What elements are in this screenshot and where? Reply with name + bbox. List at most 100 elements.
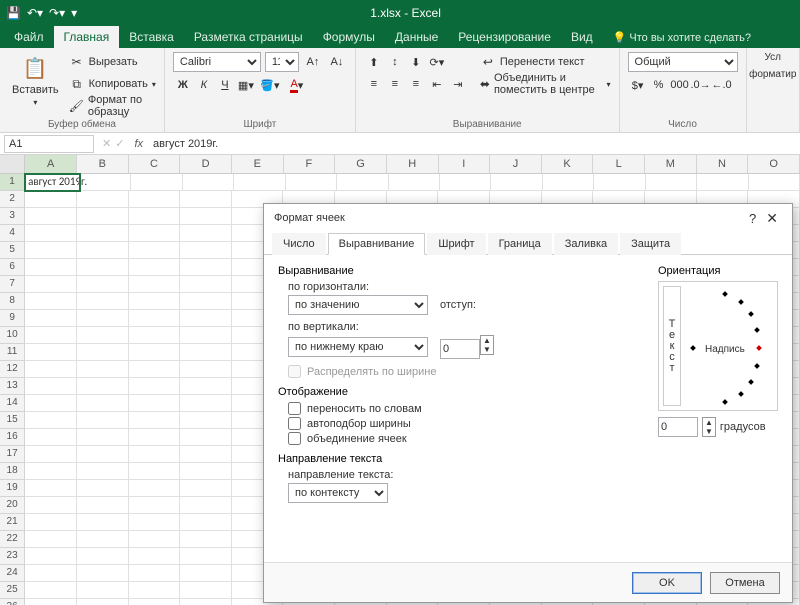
tab-file[interactable]: Файл bbox=[4, 26, 54, 48]
cell[interactable] bbox=[646, 174, 697, 191]
cell[interactable] bbox=[129, 361, 181, 378]
dialog-tab-protection[interactable]: Защита bbox=[620, 233, 681, 255]
number-format-select[interactable]: Общий bbox=[628, 52, 738, 72]
column-header[interactable]: F bbox=[284, 155, 336, 173]
cell[interactable] bbox=[25, 582, 77, 599]
column-header[interactable]: D bbox=[180, 155, 232, 173]
cell[interactable] bbox=[129, 531, 181, 548]
cell[interactable] bbox=[491, 174, 542, 191]
cell[interactable] bbox=[25, 310, 77, 327]
cell[interactable] bbox=[77, 531, 129, 548]
redo-icon[interactable]: ↷▾ bbox=[49, 6, 65, 20]
underline-button[interactable]: Ч bbox=[215, 75, 235, 95]
copy-button[interactable]: ⧉Копировать▾ bbox=[69, 74, 156, 94]
italic-button[interactable]: К bbox=[194, 75, 214, 95]
row-header[interactable]: 18 bbox=[0, 463, 25, 480]
ok-button[interactable]: OK bbox=[632, 572, 702, 594]
column-header[interactable]: O bbox=[748, 155, 800, 173]
cell[interactable] bbox=[77, 446, 129, 463]
row-header[interactable]: 20 bbox=[0, 497, 25, 514]
bold-button[interactable]: Ж bbox=[173, 75, 193, 95]
column-header[interactable]: C bbox=[129, 155, 181, 173]
dialog-tab-border[interactable]: Граница bbox=[488, 233, 552, 255]
row-header[interactable]: 21 bbox=[0, 514, 25, 531]
orientation-control[interactable]: Текст Надпись bbox=[658, 281, 778, 411]
cell[interactable] bbox=[77, 242, 129, 259]
row-header[interactable]: 25 bbox=[0, 582, 25, 599]
column-header[interactable]: G bbox=[335, 155, 387, 173]
row-header[interactable]: 24 bbox=[0, 565, 25, 582]
cell[interactable] bbox=[129, 225, 181, 242]
cell[interactable] bbox=[25, 361, 77, 378]
percent-button[interactable]: % bbox=[649, 75, 669, 95]
decrease-decimal-button[interactable]: ←.0 bbox=[712, 75, 732, 95]
degrees-spinner[interactable] bbox=[658, 417, 698, 437]
cell[interactable] bbox=[25, 463, 77, 480]
cell[interactable] bbox=[180, 344, 232, 361]
align-left-button[interactable]: ≡ bbox=[364, 74, 384, 94]
column-header[interactable]: B bbox=[77, 155, 129, 173]
cell[interactable] bbox=[129, 446, 181, 463]
align-middle-button[interactable]: ↕ bbox=[385, 52, 405, 72]
tab-formulas[interactable]: Формулы bbox=[313, 26, 385, 48]
cell[interactable] bbox=[25, 514, 77, 531]
row-header[interactable]: 17 bbox=[0, 446, 25, 463]
cell[interactable] bbox=[180, 582, 232, 599]
undo-icon[interactable]: ↶▾ bbox=[27, 6, 43, 20]
cell[interactable] bbox=[77, 344, 129, 361]
cell[interactable] bbox=[77, 293, 129, 310]
font-color-button[interactable]: A▾ bbox=[284, 75, 310, 95]
cell[interactable] bbox=[25, 531, 77, 548]
cell[interactable] bbox=[180, 259, 232, 276]
cell[interactable] bbox=[77, 514, 129, 531]
cell[interactable] bbox=[25, 293, 77, 310]
dialog-tab-alignment[interactable]: Выравнивание bbox=[328, 233, 426, 255]
column-header[interactable]: H bbox=[387, 155, 439, 173]
cell[interactable] bbox=[129, 497, 181, 514]
currency-button[interactable]: $▾ bbox=[628, 75, 648, 95]
indent-spinner[interactable] bbox=[440, 339, 480, 359]
cell[interactable] bbox=[180, 548, 232, 565]
cell[interactable] bbox=[129, 378, 181, 395]
format-painter-button[interactable]: 🖌Формат по образцу bbox=[69, 96, 156, 116]
cell[interactable] bbox=[77, 378, 129, 395]
cell[interactable] bbox=[129, 480, 181, 497]
row-header[interactable]: 19 bbox=[0, 480, 25, 497]
cell[interactable] bbox=[25, 378, 77, 395]
cell[interactable] bbox=[129, 548, 181, 565]
column-header[interactable]: E bbox=[232, 155, 284, 173]
cell[interactable] bbox=[129, 310, 181, 327]
formula-bar[interactable] bbox=[149, 135, 800, 153]
align-center-button[interactable]: ≡ bbox=[385, 74, 405, 94]
increase-indent-button[interactable]: ⇥ bbox=[448, 74, 468, 94]
cell[interactable] bbox=[180, 276, 232, 293]
cell[interactable] bbox=[180, 497, 232, 514]
enter-formula-icon[interactable]: ✓ bbox=[115, 137, 124, 150]
cell[interactable] bbox=[77, 395, 129, 412]
cell[interactable] bbox=[25, 191, 77, 208]
tab-view[interactable]: Вид bbox=[561, 26, 603, 48]
cell[interactable] bbox=[697, 174, 748, 191]
row-header[interactable]: 4 bbox=[0, 225, 25, 242]
cell[interactable] bbox=[129, 276, 181, 293]
cell[interactable] bbox=[129, 565, 181, 582]
cell[interactable] bbox=[180, 361, 232, 378]
cell[interactable] bbox=[77, 361, 129, 378]
column-header[interactable]: N bbox=[697, 155, 749, 173]
tab-page-layout[interactable]: Разметка страницы bbox=[184, 26, 313, 48]
cell[interactable] bbox=[77, 599, 129, 605]
dialog-close-button[interactable]: ✕ bbox=[762, 210, 782, 227]
cell[interactable] bbox=[77, 480, 129, 497]
cell[interactable] bbox=[129, 327, 181, 344]
cell[interactable] bbox=[180, 327, 232, 344]
cell[interactable] bbox=[180, 446, 232, 463]
cell[interactable] bbox=[180, 208, 232, 225]
fill-color-button[interactable]: 🪣▾ bbox=[257, 75, 283, 95]
cell[interactable] bbox=[129, 429, 181, 446]
column-header[interactable]: K bbox=[542, 155, 594, 173]
row-header[interactable]: 26 bbox=[0, 599, 25, 605]
fx-icon[interactable]: fx bbox=[128, 138, 149, 150]
cell[interactable] bbox=[129, 259, 181, 276]
cell[interactable] bbox=[25, 429, 77, 446]
save-icon[interactable]: 💾 bbox=[6, 6, 21, 20]
